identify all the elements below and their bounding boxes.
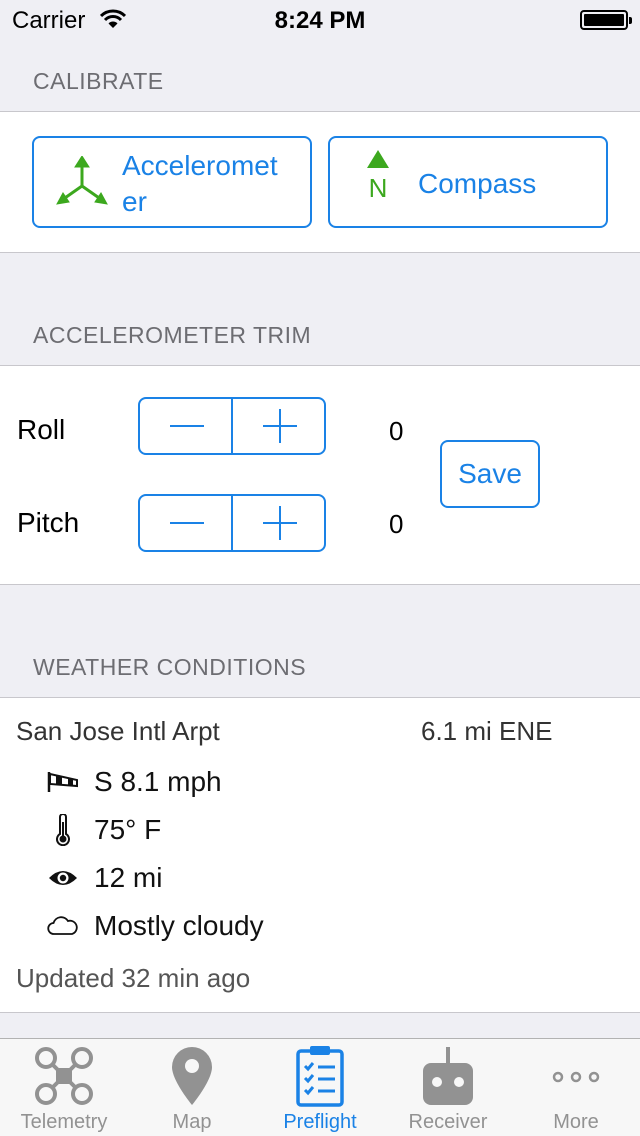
thermometer-icon	[46, 813, 80, 847]
tab-receiver[interactable]: Receiver	[384, 1039, 512, 1136]
compass-icon: N	[364, 150, 392, 201]
battery-icon	[580, 10, 632, 30]
accelerometer-label-line1: Acceleromet	[122, 150, 278, 181]
visibility-row: 12 mi	[46, 858, 162, 898]
drone-icon	[33, 1045, 95, 1107]
sky-row: Mostly cloudy	[46, 906, 264, 946]
tab-preflight[interactable]: Preflight	[256, 1039, 384, 1136]
wind-row: S 8.1 mph	[46, 762, 222, 802]
tab-label: Receiver	[408, 1111, 488, 1133]
pitch-stepper[interactable]	[138, 494, 326, 552]
weather-updated: Updated 32 min ago	[16, 963, 251, 993]
pitch-label: Pitch	[17, 507, 80, 538]
sky-value: Mostly cloudy	[94, 910, 264, 941]
remote-control-icon	[421, 1045, 475, 1107]
cloud-icon	[46, 909, 80, 943]
compass-label: Compass	[418, 168, 537, 199]
temperature-value: 75° F	[94, 814, 162, 845]
roll-stepper[interactable]	[138, 397, 326, 455]
eye-icon	[46, 861, 80, 895]
save-trim-button[interactable]: Save	[440, 440, 540, 508]
map-pin-icon	[170, 1045, 214, 1107]
roll-increment-button[interactable]	[231, 399, 324, 453]
tab-bar: Telemetry Map Preflight Receiver More	[0, 1038, 640, 1136]
tab-label: More	[553, 1111, 599, 1133]
compass-calibrate-button[interactable]: N Compass	[328, 136, 608, 228]
pitch-value: 0	[389, 509, 404, 539]
tab-more[interactable]: More	[512, 1039, 640, 1136]
tab-label: Preflight	[283, 1111, 357, 1133]
weather-station: San Jose Intl Arpt	[16, 716, 220, 746]
accelerometer-label-line2: er	[122, 186, 147, 217]
tab-label: Map	[172, 1111, 212, 1133]
trim-group: Roll 0 Pitch 0 Save	[0, 365, 640, 585]
more-dots-icon	[551, 1045, 601, 1107]
tab-label: Telemetry	[20, 1111, 108, 1133]
compass-icon-letter: N	[368, 173, 388, 203]
status-bar: Carrier 8:24 PM	[0, 0, 640, 40]
pitch-decrement-button[interactable]	[140, 496, 231, 550]
tab-map[interactable]: Map	[128, 1039, 256, 1136]
trim-header: ACCELEROMETER TRIM	[33, 322, 312, 348]
windsock-icon	[46, 765, 80, 799]
calibrate-group: Acceleromet er N Compass	[0, 111, 640, 253]
clock: 8:24 PM	[274, 7, 366, 34]
roll-value: 0	[389, 416, 404, 446]
pitch-increment-button[interactable]	[231, 496, 324, 550]
calibrate-header: CALIBRATE	[33, 68, 164, 94]
tab-telemetry[interactable]: Telemetry	[0, 1039, 128, 1136]
temperature-row: 75° F	[46, 810, 161, 850]
weather-distance: 6.1 mi ENE	[421, 716, 553, 746]
accelerometer-icon	[54, 155, 110, 213]
wind-value: S 8.1 mph	[94, 766, 222, 797]
checklist-icon	[295, 1045, 345, 1107]
visibility-value: 12 mi	[94, 862, 163, 893]
accelerometer-calibrate-button[interactable]: Acceleromet er	[32, 136, 312, 228]
roll-label: Roll	[17, 414, 66, 445]
weather-header: WEATHER CONDITIONS	[33, 654, 307, 680]
roll-decrement-button[interactable]	[140, 399, 231, 453]
